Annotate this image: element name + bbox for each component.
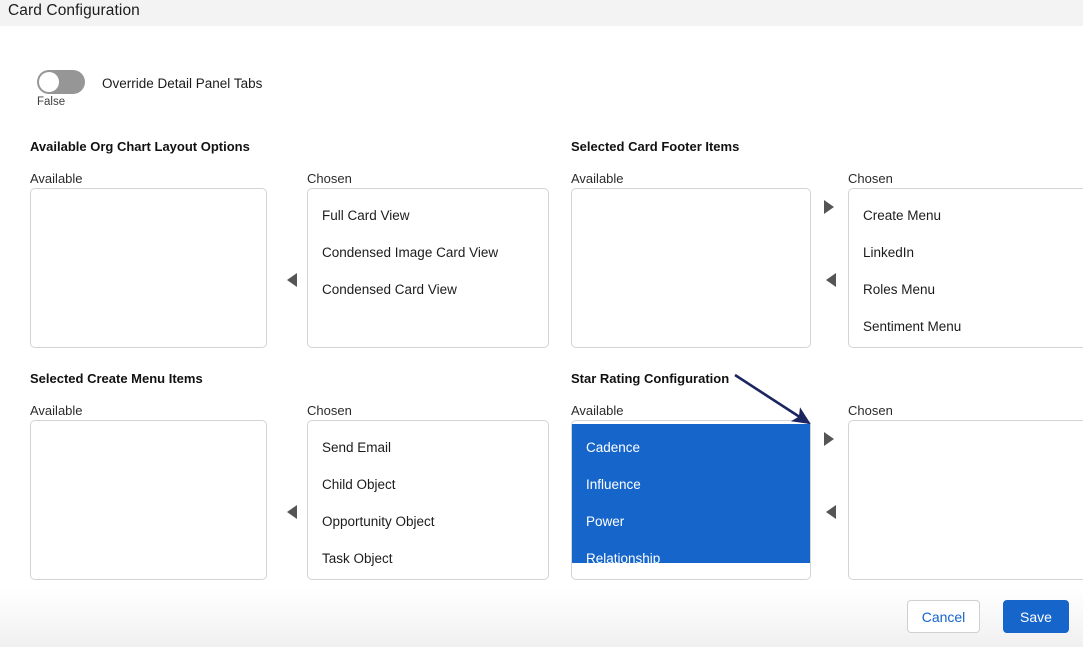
chosen-column-label: Chosen xyxy=(307,171,352,186)
section-title: Selected Create Menu Items xyxy=(30,371,203,386)
list-item[interactable]: Influence xyxy=(586,477,641,492)
available-column-label: Available xyxy=(571,403,624,418)
move-left-icon[interactable] xyxy=(826,273,836,287)
save-button[interactable]: Save xyxy=(1003,600,1069,633)
list-item[interactable]: Relationship xyxy=(586,551,660,566)
section-selected-card-footer-items: Selected Card Footer Items Available Cho… xyxy=(571,139,1083,364)
section-available-org-chart-layout-options: Available Org Chart Layout Options Avail… xyxy=(30,139,550,364)
chosen-column-label: Chosen xyxy=(848,171,893,186)
toggle-state-label: False xyxy=(37,96,66,108)
move-left-icon[interactable] xyxy=(287,505,297,519)
modal-footer-bar: Cancel Save xyxy=(0,587,1083,647)
move-right-icon[interactable] xyxy=(824,432,834,446)
toggle-knob xyxy=(39,72,59,92)
list-item[interactable]: LinkedIn xyxy=(863,245,914,260)
chosen-column-label: Chosen xyxy=(307,403,352,418)
chosen-listbox[interactable]: Send Email Child Object Opportunity Obje… xyxy=(307,420,549,580)
cancel-button[interactable]: Cancel xyxy=(907,600,980,633)
list-item[interactable]: Full Card View xyxy=(322,208,410,223)
override-detail-panel-tabs-label: Override Detail Panel Tabs xyxy=(102,76,263,91)
move-left-icon[interactable] xyxy=(287,273,297,287)
move-left-icon[interactable] xyxy=(826,505,836,519)
list-item[interactable]: Task Object xyxy=(322,551,393,566)
list-item[interactable]: Send Email xyxy=(322,440,391,455)
available-column-label: Available xyxy=(30,403,83,418)
list-item[interactable]: Condensed Card View xyxy=(322,282,457,297)
chosen-listbox[interactable]: Full Card View Condensed Image Card View… xyxy=(307,188,549,348)
list-item[interactable]: Sentiment Menu xyxy=(863,319,961,334)
list-item[interactable]: Power xyxy=(586,514,624,529)
chosen-listbox[interactable] xyxy=(848,420,1083,580)
available-column-label: Available xyxy=(30,171,83,186)
chosen-column-label: Chosen xyxy=(848,403,893,418)
page-title: Card Configuration xyxy=(8,2,140,19)
list-item[interactable]: Cadence xyxy=(586,440,640,455)
list-item[interactable]: Opportunity Object xyxy=(322,514,435,529)
available-column-label: Available xyxy=(571,171,624,186)
section-title: Available Org Chart Layout Options xyxy=(30,139,250,154)
list-item[interactable]: Roles Menu xyxy=(863,282,935,297)
available-listbox[interactable] xyxy=(30,188,267,348)
dual-listbox: Available Chosen Full Card View Condense… xyxy=(30,171,550,364)
available-listbox[interactable]: Cadence Influence Power Relationship xyxy=(571,420,811,580)
available-listbox[interactable] xyxy=(30,420,267,580)
section-selected-create-menu-items: Selected Create Menu Items Available Cho… xyxy=(30,371,550,596)
toggle-track[interactable] xyxy=(37,70,85,94)
override-detail-panel-tabs-toggle[interactable]: False xyxy=(37,70,85,108)
chosen-listbox[interactable]: Create Menu LinkedIn Roles Menu Sentimen… xyxy=(848,188,1083,348)
section-title: Selected Card Footer Items xyxy=(571,139,740,154)
section-star-rating-configuration: Star Rating Configuration Available Chos… xyxy=(571,371,1083,596)
list-item[interactable]: Create Menu xyxy=(863,208,941,223)
section-title: Star Rating Configuration xyxy=(571,371,730,386)
list-item[interactable]: Condensed Image Card View xyxy=(322,245,498,260)
modal-header-bar: Card Configuration xyxy=(0,0,1083,26)
dual-listbox: Available Chosen Create Menu LinkedIn Ro… xyxy=(571,171,1083,364)
move-right-icon[interactable] xyxy=(824,200,834,214)
available-listbox[interactable] xyxy=(571,188,811,348)
dual-listbox: Available Chosen Cadence Influence Power… xyxy=(571,403,1083,596)
dual-listbox: Available Chosen Send Email Child Object… xyxy=(30,403,550,596)
list-item[interactable]: Child Object xyxy=(322,477,396,492)
